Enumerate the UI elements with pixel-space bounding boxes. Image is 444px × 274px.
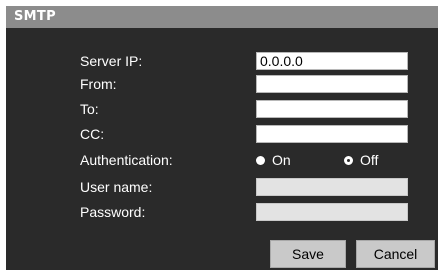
- password-input[interactable]: [256, 203, 408, 221]
- auth-off-radio[interactable]: Off: [344, 152, 378, 168]
- panel-title: SMTP: [14, 9, 56, 24]
- auth-on-radio[interactable]: On: [256, 152, 291, 168]
- authentication-label: Authentication:: [80, 152, 173, 168]
- user-name-input[interactable]: [256, 178, 408, 196]
- cc-input[interactable]: [256, 125, 408, 143]
- panel-header: SMTP: [6, 6, 438, 28]
- cc-label: CC:: [80, 126, 105, 142]
- password-label: Password:: [80, 204, 146, 220]
- server-ip-label: Server IP:: [80, 53, 143, 69]
- radio-unchecked-icon: [256, 155, 265, 165]
- to-input[interactable]: [256, 100, 408, 118]
- from-label: From:: [80, 76, 117, 92]
- server-ip-input[interactable]: [256, 52, 408, 70]
- auth-on-label: On: [272, 152, 291, 168]
- auth-off-label: Off: [360, 152, 379, 168]
- cancel-button[interactable]: Cancel: [356, 240, 435, 268]
- radio-checked-icon: [344, 155, 353, 165]
- user-name-label: User name:: [80, 179, 153, 195]
- from-input[interactable]: [256, 75, 408, 93]
- save-button[interactable]: Save: [270, 240, 346, 268]
- smtp-panel: SMTP Server IP: From: To: CC: Authentica…: [6, 6, 438, 270]
- to-label: To:: [80, 101, 99, 117]
